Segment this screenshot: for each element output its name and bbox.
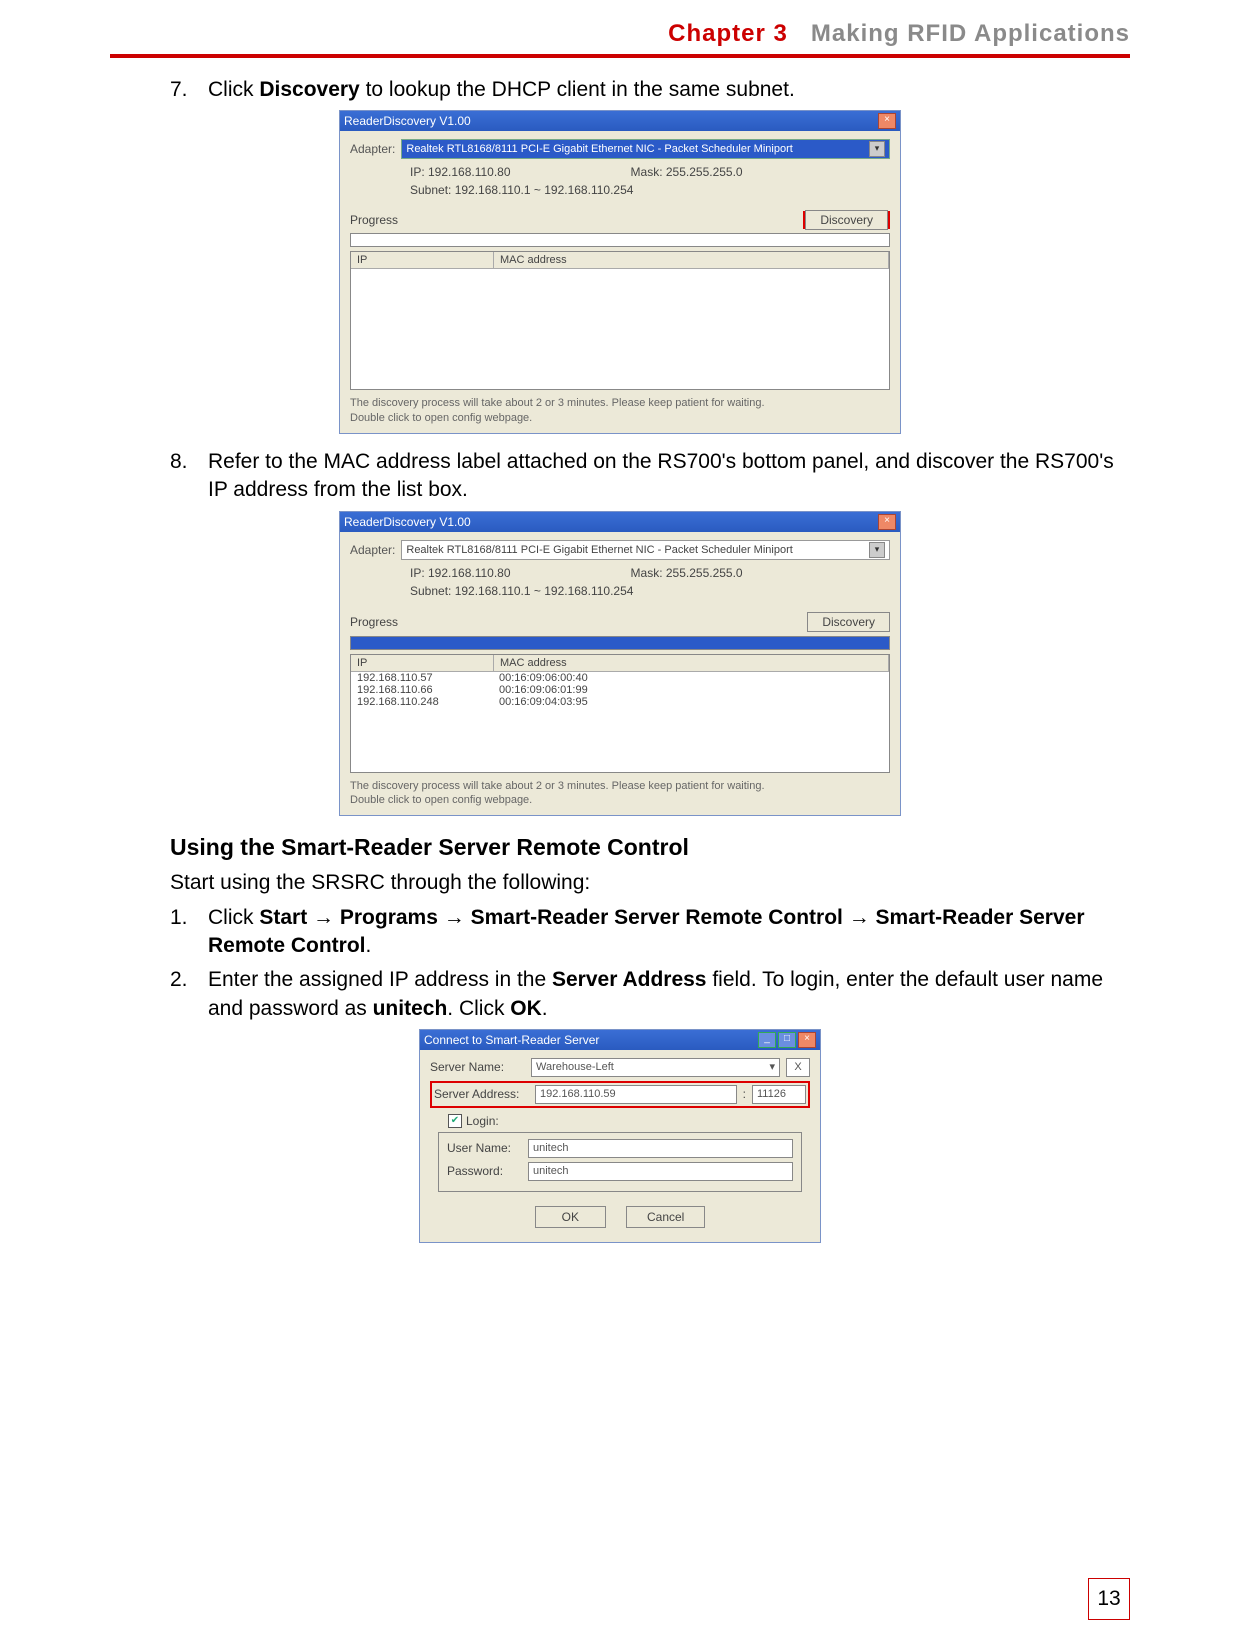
username-label: User Name: [447, 1141, 522, 1155]
results-list[interactable]: IP MAC address [350, 251, 890, 390]
col-mac: MAC address [494, 252, 889, 268]
chevron-down-icon[interactable]: ▾ [869, 542, 885, 558]
header-divider [110, 54, 1130, 58]
mask-label: Mask: 255.255.255.0 [631, 165, 743, 179]
list-item[interactable]: 192.168.110.5700:16:09:06:00:40 [351, 672, 889, 684]
adapter-value: Realtek RTL8168/8111 PCI-E Gigabit Ether… [406, 143, 792, 155]
col-mac: MAC address [494, 655, 889, 671]
chevron-down-icon[interactable]: ▾ [869, 141, 885, 157]
step-8: 8. Refer to the MAC address label attach… [170, 448, 1120, 505]
step-text: Click Discovery to lookup the DHCP clien… [208, 78, 795, 101]
login-label: Login: [466, 1114, 499, 1128]
close-icon[interactable]: × [878, 514, 896, 530]
step-number: 1. [170, 904, 188, 932]
step-text: Refer to the MAC address label attached … [208, 450, 1114, 501]
chapter-title: Making RFID Applications [811, 20, 1130, 47]
ok-button[interactable]: OK [535, 1206, 606, 1228]
titlebar: ReaderDiscovery V1.00 × [340, 111, 900, 131]
list-item[interactable]: 192.168.110.24800:16:09:04:03:95 [351, 696, 889, 708]
subnet-label: Subnet: 192.168.110.1 ~ 192.168.110.254 [410, 183, 633, 197]
adapter-dropdown[interactable]: Realtek RTL8168/8111 PCI-E Gigabit Ether… [401, 540, 890, 560]
chevron-down-icon[interactable]: ▾ [769, 1060, 775, 1075]
progress-label: Progress [350, 213, 398, 227]
subnet-label: Subnet: 192.168.110.1 ~ 192.168.110.254 [410, 584, 633, 598]
adapter-dropdown[interactable]: Realtek RTL8168/8111 PCI-E Gigabit Ether… [401, 139, 890, 159]
reader-discovery-window-filled: ReaderDiscovery V1.00 × Adapter: Realtek… [339, 511, 901, 817]
step-number: 8. [170, 448, 188, 476]
progress-bar [350, 233, 890, 247]
col-ip: IP [351, 655, 494, 671]
connect-smart-reader-window: Connect to Smart-Reader Server _ □ × Ser… [419, 1029, 821, 1243]
username-input[interactable]: unitech [528, 1139, 793, 1158]
cancel-button[interactable]: Cancel [626, 1206, 705, 1228]
page-header: Chapter 3 Making RFID Applications [110, 20, 1130, 48]
step-number: 2. [170, 966, 188, 994]
section-intro: Start using the SRSRC through the follow… [170, 869, 1120, 897]
window-title: ReaderDiscovery V1.00 [344, 114, 471, 128]
section-heading: Using the Smart-Reader Server Remote Con… [170, 834, 1130, 861]
note-line-1: The discovery process will take about 2 … [350, 779, 890, 793]
port-input[interactable]: 11126 [752, 1085, 806, 1104]
adapter-label: Adapter: [350, 543, 395, 557]
ip-label: IP: 192.168.110.80 [410, 165, 511, 179]
window-title: ReaderDiscovery V1.00 [344, 515, 471, 529]
note-line-1: The discovery process will take about 2 … [350, 396, 890, 410]
step-1: 1. Click Start → Programs → Smart-Reader… [170, 904, 1120, 961]
password-label: Password: [447, 1164, 522, 1178]
ip-label: IP: 192.168.110.80 [410, 566, 511, 580]
chapter-label: Chapter 3 [668, 20, 788, 47]
adapter-value: Realtek RTL8168/8111 PCI-E Gigabit Ether… [406, 544, 792, 556]
discovery-button[interactable]: Discovery [807, 612, 890, 632]
note-line-2: Double click to open config webpage. [350, 411, 890, 425]
step-text: Click Start → Programs → Smart-Reader Se… [208, 906, 1085, 957]
maximize-icon[interactable]: □ [778, 1032, 796, 1048]
step-number: 7. [170, 76, 188, 104]
server-address-label: Server Address: [434, 1087, 529, 1101]
clear-button[interactable]: X [786, 1058, 810, 1077]
mask-label: Mask: 255.255.255.0 [631, 566, 743, 580]
close-icon[interactable]: × [798, 1032, 816, 1048]
list-item[interactable]: 192.168.110.6600:16:09:06:01:99 [351, 684, 889, 696]
page-number: 13 [1088, 1578, 1130, 1620]
server-name-label: Server Name: [430, 1060, 525, 1074]
progress-bar [350, 636, 890, 650]
window-title: Connect to Smart-Reader Server [424, 1033, 599, 1047]
close-icon[interactable]: × [878, 113, 896, 129]
reader-discovery-window-empty: ReaderDiscovery V1.00 × Adapter: Realtek… [339, 110, 901, 434]
step-2: 2. Enter the assigned IP address in the … [170, 966, 1120, 1023]
col-ip: IP [351, 252, 494, 268]
adapter-label: Adapter: [350, 142, 395, 156]
progress-label: Progress [350, 615, 398, 629]
minimize-icon[interactable]: _ [758, 1032, 776, 1048]
password-input[interactable]: unitech [528, 1162, 793, 1181]
discovery-button[interactable]: Discovery [805, 210, 888, 230]
step-text: Enter the assigned IP address in the Ser… [208, 968, 1103, 1019]
titlebar: ReaderDiscovery V1.00 × [340, 512, 900, 532]
step-7: 7. Click Discovery to lookup the DHCP cl… [170, 76, 1120, 104]
login-checkbox[interactable]: ✔ [448, 1114, 462, 1128]
server-name-dropdown[interactable]: Warehouse-Left ▾ [531, 1058, 780, 1077]
note-line-2: Double click to open config webpage. [350, 793, 890, 807]
results-list[interactable]: IP MAC address 192.168.110.5700:16:09:06… [350, 654, 890, 773]
server-address-input[interactable]: 192.168.110.59 [535, 1085, 737, 1104]
titlebar: Connect to Smart-Reader Server _ □ × [420, 1030, 820, 1050]
